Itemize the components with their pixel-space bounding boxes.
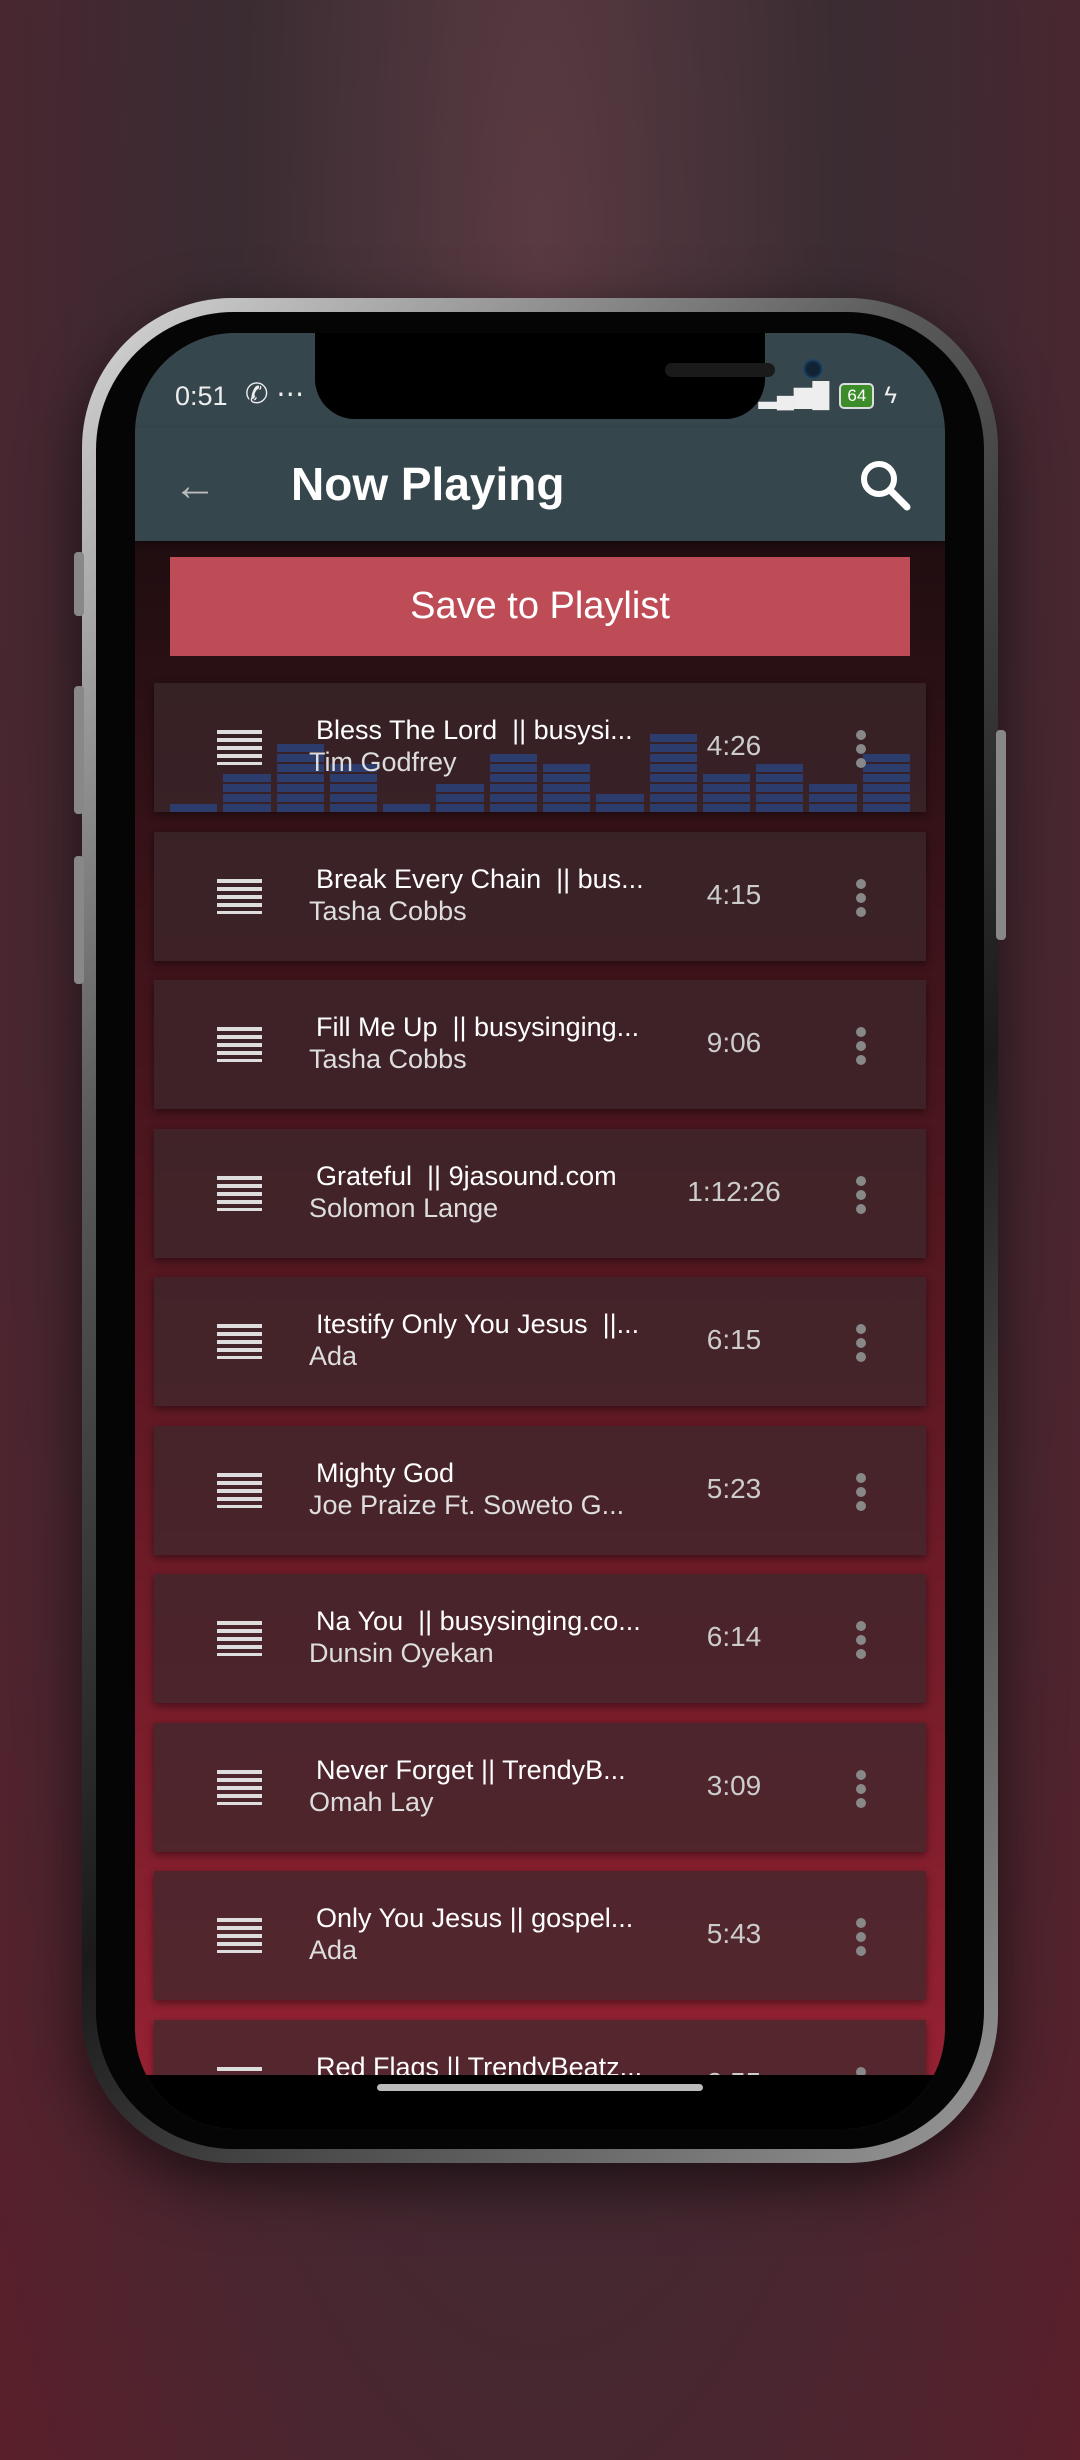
- equalizer-bar: [436, 782, 484, 812]
- track-artist: Joe Praize Ft. Soweto G...: [309, 1489, 625, 1520]
- track-row[interactable]: Bless The Lord || busysi... Tim Godfrey …: [154, 683, 926, 812]
- track-duration: 9:06: [706, 1027, 762, 1058]
- drag-handle-icon[interactable]: [217, 1769, 262, 1805]
- drag-handle-icon[interactable]: [217, 1324, 262, 1359]
- track-title: Na You || busysinging.co...: [316, 1606, 641, 1636]
- notch: [315, 333, 823, 419]
- track-title: Break Every Chain || bus...: [316, 863, 644, 894]
- track-title: Fill Me Up || busysinging...: [316, 1012, 640, 1042]
- more-options-icon[interactable]: [856, 1175, 868, 1218]
- track-duration: 4:15: [706, 878, 762, 910]
- track-title: Only You Jesus || gospel...: [316, 1903, 634, 1933]
- track-row[interactable]: Never Forget || TrendyB... Omah Lay 3:09: [154, 1722, 926, 1852]
- more-options-icon[interactable]: [856, 878, 868, 921]
- more-options-icon[interactable]: [856, 1769, 868, 1812]
- track-duration: 4:26: [706, 730, 762, 761]
- track-artist: Tim Godfrey: [309, 747, 457, 777]
- track-title: Grateful || 9jasound.com: [316, 1160, 617, 1191]
- track-artist: Tasha Cobbs: [309, 895, 467, 926]
- more-options-icon[interactable]: [856, 1918, 868, 1960]
- equalizer-bar: [223, 772, 271, 812]
- more-options-icon[interactable]: [856, 1472, 868, 1515]
- drag-handle-icon[interactable]: [217, 878, 262, 914]
- track-artist: Ada: [309, 1935, 358, 1965]
- battery-icon: 64: [839, 382, 875, 409]
- arrow-left-icon[interactable]: ←: [173, 461, 217, 511]
- drag-handle-icon[interactable]: [217, 1027, 262, 1062]
- equalizer-bar: [170, 802, 218, 812]
- track-duration: 5:23: [706, 1472, 762, 1504]
- track-row[interactable]: Fill Me Up || busysinging... Tasha Cobbs…: [154, 980, 926, 1109]
- equalizer-bar: [489, 752, 537, 812]
- power-button: [996, 730, 1006, 940]
- equalizer-bar: [596, 792, 644, 812]
- search-icon[interactable]: [857, 457, 911, 511]
- page-title: Now Playing: [291, 458, 565, 510]
- screen: 0:51 ✆ ⋯ ▮▮ ▂▄▆█ 64 ϟ ← Now Playing Save…: [135, 333, 945, 2129]
- drag-handle-icon[interactable]: [217, 730, 262, 765]
- track-row[interactable]: Itestify Only You Jesus ||... Ada 6:15: [154, 1277, 926, 1406]
- navigation-bar: [135, 2075, 945, 2129]
- track-artist: Dunsin Oyekan: [309, 1638, 494, 1668]
- track-title: Itestify Only You Jesus ||...: [316, 1309, 640, 1339]
- equalizer-bar: [756, 762, 804, 812]
- more-options-icon[interactable]: [856, 1027, 868, 1069]
- track-row[interactable]: Only You Jesus || gospel... Ada 5:43: [154, 1871, 926, 2000]
- track-row[interactable]: Na You || busysinging.co... Dunsin Oyeka…: [154, 1574, 926, 1703]
- drag-handle-icon[interactable]: [217, 1918, 262, 1953]
- mute-switch: [74, 552, 84, 616]
- drag-handle-icon[interactable]: [217, 1472, 262, 1508]
- track-duration: 3:09: [706, 1769, 762, 1801]
- track-row[interactable]: Mighty God Joe Praize Ft. Soweto G... 5:…: [154, 1425, 926, 1555]
- app-bar: ← Now Playing: [135, 427, 945, 541]
- track-row[interactable]: Grateful || 9jasound.com Solomon Lange 1…: [154, 1128, 926, 1258]
- more-options-icon[interactable]: [856, 1621, 868, 1663]
- track-artist: Ada: [309, 1341, 358, 1371]
- equalizer-bar: [383, 802, 431, 812]
- charging-icon: ϟ: [884, 381, 897, 409]
- track-duration: 1:12:26: [687, 1175, 781, 1207]
- volume-up-button: [74, 686, 84, 814]
- more-options-icon[interactable]: [856, 1324, 868, 1366]
- track-duration: 5:43: [706, 1918, 762, 1949]
- track-duration: 6:14: [706, 1621, 762, 1652]
- track-title: Never Forget || TrendyB...: [316, 1754, 626, 1785]
- track-artist: Solomon Lange: [309, 1192, 499, 1223]
- track-title: Bless The Lord || busysi...: [316, 715, 633, 745]
- equalizer-bar: [542, 762, 591, 812]
- equalizer-bar: [862, 752, 910, 812]
- home-indicator[interactable]: [377, 2084, 703, 2091]
- track-duration: 6:15: [706, 1324, 762, 1355]
- track-title: Mighty God: [316, 1457, 455, 1488]
- drag-handle-icon[interactable]: [217, 1175, 262, 1211]
- status-time: 0:51: [175, 381, 228, 411]
- whatsapp-notification-icon: ✆ ⋯: [245, 378, 305, 409]
- drag-handle-icon[interactable]: [217, 1621, 262, 1656]
- track-artist: Tasha Cobbs: [309, 1044, 467, 1074]
- track-row[interactable]: Break Every Chain || bus... Tasha Cobbs …: [154, 831, 926, 961]
- equalizer-bar: [702, 772, 751, 812]
- more-options-icon[interactable]: [856, 730, 868, 772]
- save-to-playlist-button[interactable]: Save to Playlist: [170, 557, 910, 656]
- track-artist: Omah Lay: [309, 1786, 434, 1817]
- equalizer-bar: [809, 782, 857, 812]
- volume-down-button: [74, 856, 84, 984]
